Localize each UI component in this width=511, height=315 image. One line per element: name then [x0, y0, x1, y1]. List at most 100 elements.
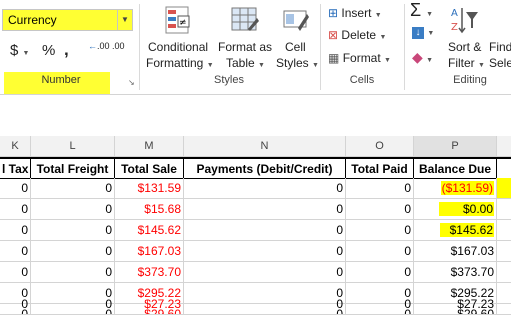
percent-button[interactable]: % — [42, 42, 55, 59]
find-select-label[interactable]: Find — [489, 40, 511, 54]
cell-next[interactable] — [497, 178, 511, 199]
delete-button[interactable]: ⊠ Delete ▼ — [328, 28, 386, 42]
currency-symbol: $ — [10, 42, 19, 59]
cell-payments[interactable]: 0 — [184, 262, 346, 283]
insert-icon: ⊞ — [328, 6, 339, 20]
cell-next[interactable] — [497, 262, 511, 283]
cell-total-sale[interactable]: $145.62 — [115, 220, 184, 241]
cell-balance-due[interactable]: ($131.59) — [414, 178, 497, 199]
sort-filter-icon[interactable]: A Z — [450, 4, 480, 36]
column-header-p[interactable]: P — [414, 136, 497, 157]
cell-payments[interactable]: 0 — [184, 294, 346, 315]
cell-total-sale[interactable]: $131.59 — [115, 178, 184, 199]
cell-styles-label-2: Styles ▼ — [276, 56, 319, 70]
cell-freight[interactable]: 0 — [31, 178, 115, 199]
column-header-o[interactable]: O — [346, 136, 414, 157]
cell-total-paid[interactable]: 0 — [346, 220, 414, 241]
cell-freight[interactable]: 0 — [31, 199, 115, 220]
group-separator — [404, 4, 405, 90]
cell-balance-due[interactable]: $373.70 — [414, 262, 497, 283]
increase-decimal-button[interactable]: ←.00 — [88, 42, 110, 51]
column-header-m[interactable]: M — [115, 136, 184, 157]
cell-total-paid[interactable]: 0 — [346, 178, 414, 199]
ribbon: Currency ▼ $ ▼ % , ←.00 .00 Number ↘ ≠ C… — [0, 0, 511, 95]
insert-button[interactable]: ⊞ Insert ▼ — [328, 6, 382, 20]
table-row: 0 0 $15.68 0 0 $0.00 — [0, 199, 511, 220]
cell-total-paid[interactable]: 0 — [346, 199, 414, 220]
cell-payments[interactable]: 0 — [184, 178, 346, 199]
formula-area — [0, 95, 511, 136]
cell-payments[interactable]: 0 — [184, 241, 346, 262]
styles-group-label: Styles — [214, 74, 244, 86]
autosum-icon: Σ — [410, 0, 422, 20]
table-row: 0 0 $131.59 0 0 ($131.59) — [0, 178, 511, 199]
cell-next[interactable] — [497, 220, 511, 241]
header-next[interactable] — [497, 158, 511, 179]
decrease-decimal-button[interactable]: .00 — [112, 42, 125, 51]
header-payments[interactable]: Payments (Debit/Credit) — [184, 158, 346, 179]
cell-balance-due[interactable]: $145.62 — [414, 220, 497, 241]
fill-button[interactable]: ↓ ▼ — [412, 24, 434, 39]
header-total-freight[interactable]: Total Freight — [31, 158, 115, 179]
chevron-down-icon[interactable]: ▼ — [117, 10, 132, 30]
cell-total-paid[interactable]: 0 — [346, 262, 414, 283]
header-tax[interactable]: l Tax — [0, 158, 31, 179]
cell-next[interactable] — [497, 241, 511, 262]
format-as-table-icon — [231, 7, 259, 31]
eraser-icon: ◆ — [412, 49, 423, 65]
cell-tax[interactable]: 0 — [0, 241, 31, 262]
header-balance-due[interactable]: Balance Due — [414, 158, 497, 179]
number-format-dropdown[interactable]: Currency ▼ — [2, 9, 133, 31]
header-total-sale[interactable]: Total Sale — [115, 158, 184, 179]
cell-freight[interactable]: 0 — [31, 294, 115, 315]
number-format-value: Currency — [8, 13, 57, 27]
cell-payments[interactable]: 0 — [184, 220, 346, 241]
column-header-n[interactable]: N — [184, 136, 346, 157]
cell-balance-due[interactable]: $27.23 — [414, 294, 497, 315]
cell-freight[interactable]: 0 — [31, 241, 115, 262]
cell-next[interactable] — [497, 294, 511, 315]
format-as-table-label: Format as — [218, 40, 273, 54]
cell-total-paid[interactable]: 0 — [346, 241, 414, 262]
cell-total-sale[interactable]: $373.70 — [115, 262, 184, 283]
cell-balance-due[interactable]: $0.00 — [414, 199, 497, 220]
number-group-label: Number — [41, 74, 81, 86]
header-row: l Tax Total Freight Total Sale Payments … — [0, 157, 511, 179]
header-total-paid[interactable]: Total Paid — [346, 158, 414, 179]
cell-balance-due[interactable]: $167.03 — [414, 241, 497, 262]
sort-filter-label: Sort & — [448, 40, 482, 54]
column-header-row: K L M N O P — [0, 136, 511, 157]
format-icon: ▦ — [328, 51, 340, 65]
chevron-down-icon[interactable]: ▼ — [23, 50, 30, 57]
column-header-q[interactable] — [497, 136, 511, 157]
cell-styles-icon — [283, 10, 309, 31]
svg-text:≠: ≠ — [179, 18, 187, 28]
cell-freight[interactable]: 0 — [31, 262, 115, 283]
cell-tax[interactable]: 0 — [0, 199, 31, 220]
find-select-label-2[interactable]: Select — [489, 56, 511, 70]
autosum-button[interactable]: Σ ▼ — [410, 0, 433, 21]
column-header-l[interactable]: L — [31, 136, 115, 157]
format-as-table-label-2: Table ▼ — [226, 56, 265, 70]
dialog-launcher-icon[interactable]: ↘ — [128, 78, 135, 87]
cell-tax[interactable]: 0 — [0, 220, 31, 241]
delete-icon: ⊠ — [328, 28, 339, 42]
cell-freight[interactable]: 0 — [31, 220, 115, 241]
cell-tax[interactable]: 0 — [0, 178, 31, 199]
cell-tax[interactable]: 0 — [0, 294, 31, 315]
cell-payments[interactable]: 0 — [184, 199, 346, 220]
cell-tax[interactable]: 0 — [0, 262, 31, 283]
clear-button[interactable]: ◆ ▼ — [412, 49, 433, 66]
cell-total-sale[interactable]: $27.23 — [115, 294, 184, 315]
cell-total-sale[interactable]: $167.03 — [115, 241, 184, 262]
spreadsheet-grid[interactable]: K L M N O P l Tax Total Freight Total Sa… — [0, 136, 511, 315]
format-button[interactable]: ▦ Format ▼ — [328, 51, 391, 65]
cell-total-sale[interactable]: $15.68 — [115, 199, 184, 220]
decrease-decimal-label: .00 — [112, 41, 125, 51]
column-header-k[interactable]: K — [0, 136, 31, 157]
conditional-formatting-icon: ≠ — [165, 6, 190, 34]
currency-button[interactable]: $ ▼ — [10, 42, 29, 59]
cell-total-paid[interactable]: 0 — [346, 294, 414, 315]
cell-next[interactable] — [497, 199, 511, 220]
comma-style-button[interactable]: , — [64, 40, 69, 60]
